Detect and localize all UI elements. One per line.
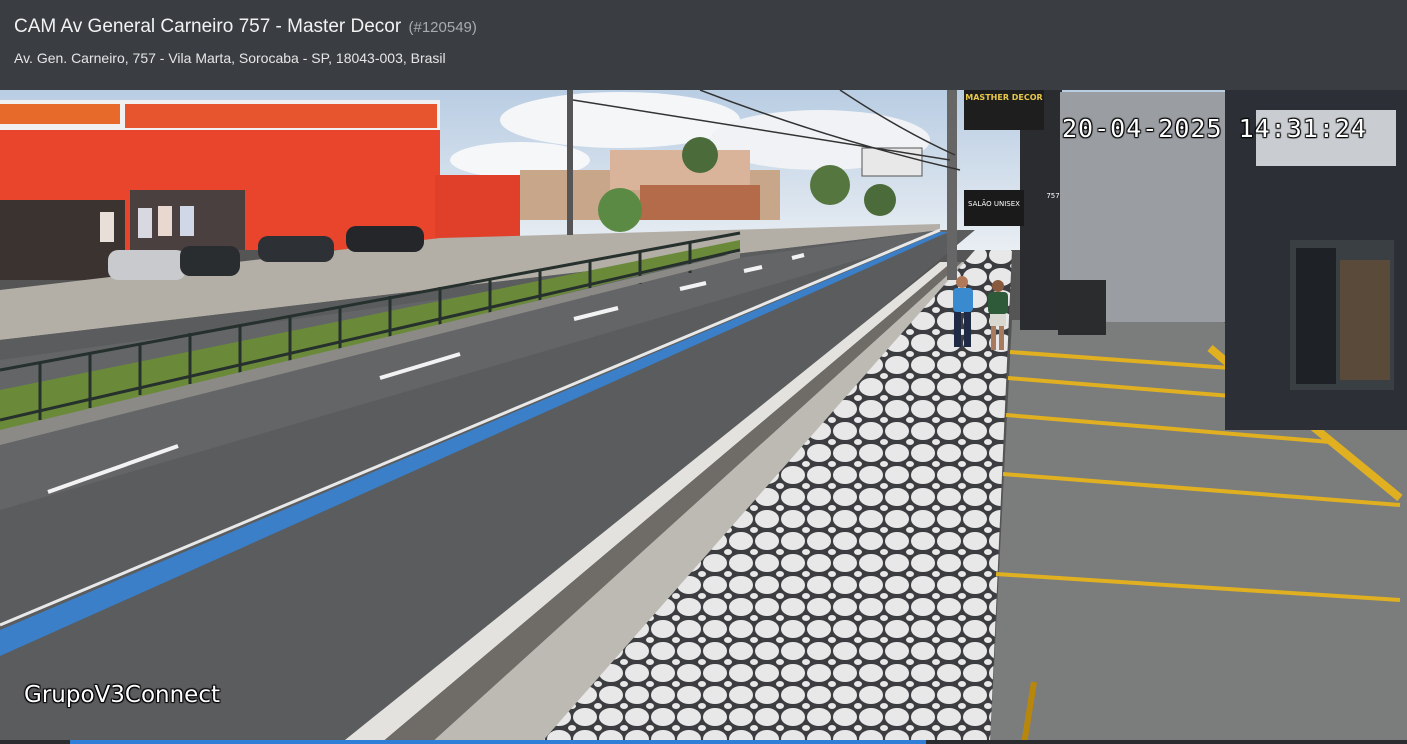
camera-title: CAM Av General Carneiro 757 - Master Dec… — [14, 16, 477, 38]
camera-header: CAM Av General Carneiro 757 - Master Dec… — [0, 0, 1407, 90]
video-timestamp: 20-04-2025 14:31:24 — [1062, 114, 1367, 143]
watermark-text: GrupoV3Connect — [24, 682, 220, 708]
camera-address: Av. Gen. Carneiro, 757 - Vila Marta, Sor… — [14, 50, 446, 66]
store-sign-text: MASTHER DECOR — [965, 93, 1042, 102]
playback-progress-bar[interactable] — [0, 740, 1407, 744]
street-scene: MASTHER DECOR SALÃO UNISEX 757 — [0, 90, 1407, 744]
parked-car — [108, 250, 186, 280]
salon-sign-text: SALÃO UNISEX — [968, 199, 1020, 208]
camera-id: (#120549) — [408, 19, 477, 36]
playback-progress-fill — [70, 740, 926, 744]
salon-sign — [964, 190, 1024, 226]
camera-video-feed[interactable]: MASTHER DECOR SALÃO UNISEX 757 20-04-202… — [0, 90, 1407, 744]
camera-name: CAM Av General Carneiro 757 - Master Dec… — [14, 16, 402, 37]
building-number: 757 — [1046, 192, 1059, 200]
